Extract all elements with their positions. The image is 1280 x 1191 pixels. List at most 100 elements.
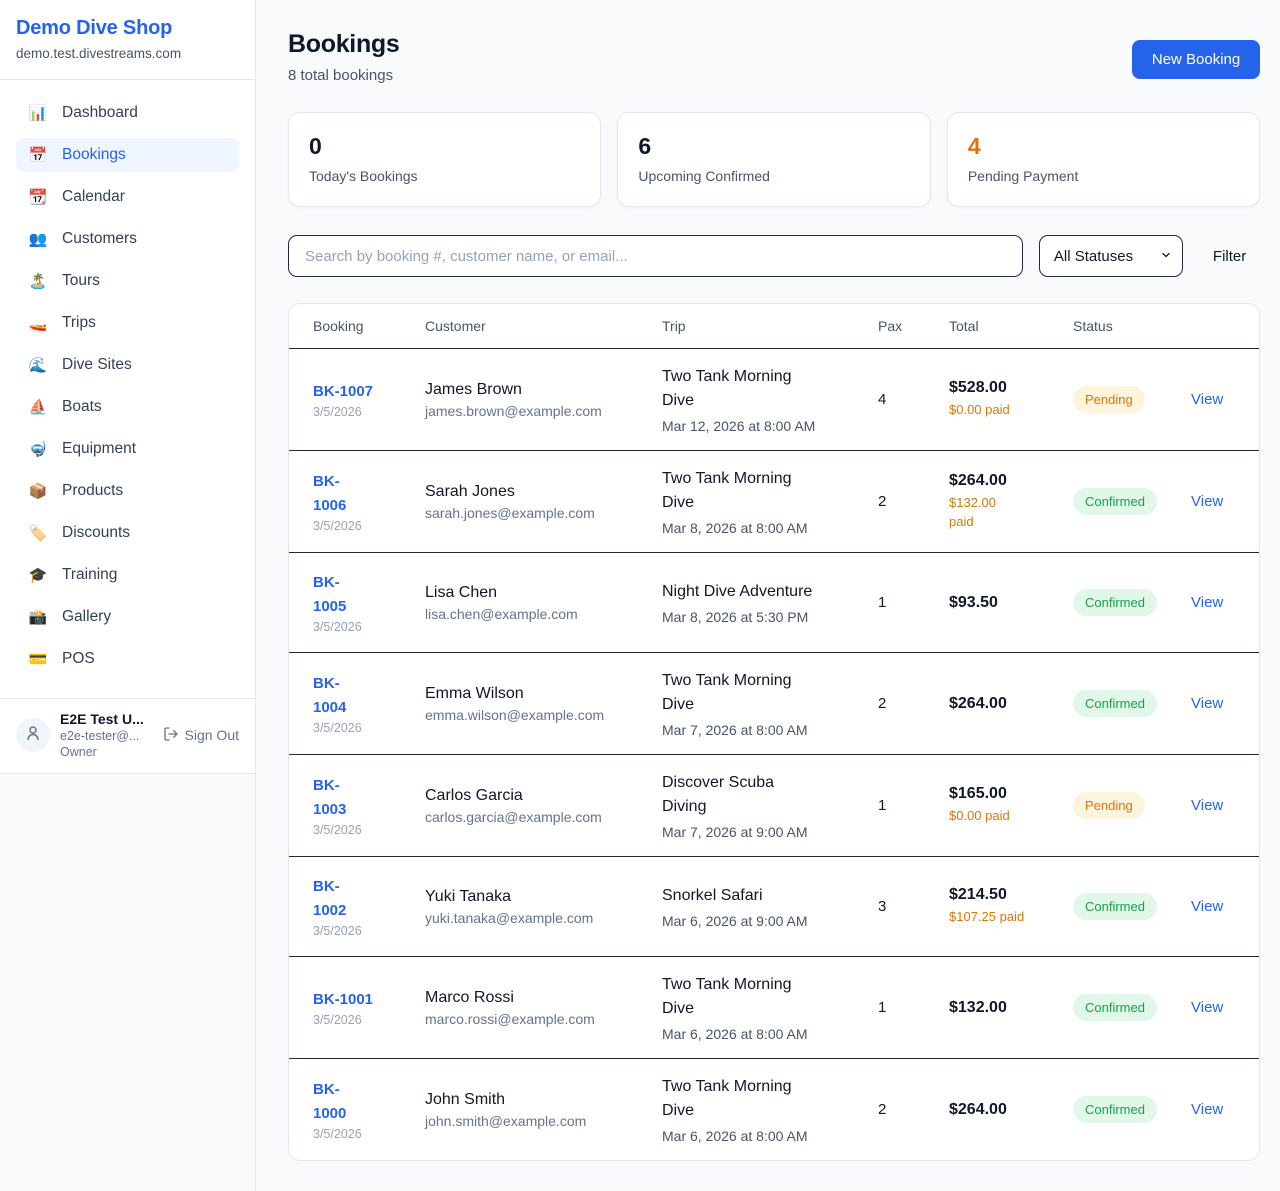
page-subtitle: 8 total bookings	[288, 67, 400, 84]
customer-cell: Lisa Chenlisa.chen@example.com	[425, 584, 662, 622]
sidebar-item-label: Products	[62, 482, 123, 500]
table-row: BK- 10063/5/2026Sarah Jonessarah.jones@e…	[289, 451, 1259, 553]
view-link[interactable]: View	[1191, 695, 1223, 712]
customer-email: john.smith@example.com	[425, 1113, 650, 1129]
booking-cell: BK- 10043/5/2026	[313, 672, 425, 735]
total-cell: $132.00	[949, 999, 1073, 1017]
search-input[interactable]	[288, 235, 1023, 277]
trip-name: Two Tank Morning Dive	[662, 467, 866, 515]
people-icon: 👥	[28, 230, 48, 248]
trip-name: Discover Scuba Diving	[662, 771, 866, 819]
booking-id-link[interactable]: BK-1001	[313, 991, 373, 1008]
sidebar-item-gallery[interactable]: 📸Gallery	[16, 600, 239, 634]
brand-name: Demo Dive Shop	[16, 17, 239, 40]
sidebar-item-equipment[interactable]: 🤿 Equipment	[16, 432, 239, 466]
stat-value: 4	[968, 133, 1239, 160]
booking-id-link[interactable]: BK- 1003	[313, 777, 346, 817]
booking-id-link[interactable]: BK- 1004	[313, 675, 346, 715]
view-link[interactable]: View	[1191, 493, 1223, 510]
sidebar-item-training[interactable]: 🎓Training	[16, 558, 239, 592]
view-cell: View	[1191, 493, 1235, 511]
trip-name: Two Tank Morning Dive	[662, 1075, 866, 1123]
sign-out-label: Sign Out	[185, 727, 239, 743]
sidebar-item-customers[interactable]: 👥 Customers	[16, 222, 239, 256]
sidebar-item-label: Calendar	[62, 188, 125, 206]
total-amount: $93.50	[949, 594, 1061, 612]
sidebar-item-dive-sites[interactable]: 🌊Dive Sites	[16, 348, 239, 382]
sidebar-item-calendar[interactable]: 📆Calendar	[16, 180, 239, 214]
pax-value: 3	[878, 898, 949, 915]
booking-id-link[interactable]: BK- 1002	[313, 878, 346, 918]
customer-cell: Sarah Jonessarah.jones@example.com	[425, 483, 662, 521]
trip-cell: Night Dive AdventureMar 8, 2026 at 5:30 …	[662, 580, 878, 625]
trip-name: Two Tank Morning Dive	[662, 365, 866, 413]
view-link[interactable]: View	[1191, 898, 1223, 915]
status-badge: Confirmed	[1073, 1096, 1157, 1123]
page-title: Bookings	[288, 30, 400, 59]
camera-flash-icon: 📸	[28, 608, 48, 626]
filter-button[interactable]: Filter	[1199, 248, 1260, 265]
sidebar-item-discounts[interactable]: 🏷️Discounts	[16, 516, 239, 550]
sidebar-item-dashboard[interactable]: 📊Dashboard	[16, 96, 239, 130]
column-header: Customer	[425, 318, 662, 334]
sidebar-item-pos[interactable]: 💳POS	[16, 642, 239, 676]
view-link[interactable]: View	[1191, 1101, 1223, 1118]
sidebar-item-label: POS	[62, 650, 95, 668]
view-link[interactable]: View	[1191, 594, 1223, 611]
sidebar-item-label: Equipment	[62, 440, 136, 458]
user-name: E2E Test U...	[60, 711, 144, 727]
view-link[interactable]: View	[1191, 391, 1223, 408]
status-cell: Pending	[1073, 792, 1191, 819]
new-booking-button[interactable]: New Booking	[1132, 40, 1260, 79]
sidebar-item-tours[interactable]: 🏝️Tours	[16, 264, 239, 298]
user-avatar	[16, 718, 50, 752]
sidebar-item-bookings[interactable]: 📅Bookings	[16, 138, 239, 172]
booking-id-link[interactable]: BK- 1006	[313, 473, 346, 513]
booking-date: 3/5/2026	[313, 1127, 413, 1141]
total-amount: $264.00	[949, 1101, 1061, 1119]
view-link[interactable]: View	[1191, 797, 1223, 814]
sidebar-item-trips[interactable]: 🚤Trips	[16, 306, 239, 340]
user-info: E2E Test U... e2e-tester@... Owner	[60, 711, 144, 759]
trip-name: Two Tank Morning Dive	[662, 973, 866, 1021]
sign-out-button[interactable]: Sign Out	[163, 726, 239, 745]
pax-value: 1	[878, 594, 949, 611]
trip-cell: Two Tank Morning DiveMar 7, 2026 at 8:00…	[662, 669, 878, 738]
paid-amount: $107.25 paid	[949, 908, 1061, 926]
table-row: BK- 10033/5/2026Carlos Garciacarlos.garc…	[289, 755, 1259, 857]
stat-value: 0	[309, 133, 580, 160]
graduation-cap-icon: 🎓	[28, 566, 48, 584]
booking-date: 3/5/2026	[313, 405, 413, 419]
diving-mask-icon: 🤿	[28, 440, 48, 458]
column-header: Booking	[313, 318, 425, 334]
booking-id-link[interactable]: BK- 1005	[313, 574, 346, 614]
trip-cell: Two Tank Morning DiveMar 8, 2026 at 8:00…	[662, 467, 878, 536]
booking-id-link[interactable]: BK-1007	[313, 383, 373, 400]
status-badge: Confirmed	[1073, 690, 1157, 717]
total-cell: $528.00$0.00 paid	[949, 379, 1073, 419]
customer-email: lisa.chen@example.com	[425, 606, 650, 622]
booking-cell: BK- 10063/5/2026	[313, 470, 425, 533]
status-filter-value: All Statuses	[1054, 248, 1133, 265]
trip-cell: Discover Scuba DivingMar 7, 2026 at 9:00…	[662, 771, 878, 840]
booking-id-link[interactable]: BK- 1000	[313, 1081, 346, 1121]
sidebar-item-boats[interactable]: ⛵Boats	[16, 390, 239, 424]
table-row: BK- 10043/5/2026Emma Wilsonemma.wilson@e…	[289, 653, 1259, 755]
filter-row: All Statuses Filter	[288, 235, 1260, 277]
view-cell: View	[1191, 594, 1235, 612]
table-row: BK- 10023/5/2026Yuki Tanakayuki.tanaka@e…	[289, 857, 1259, 957]
view-link[interactable]: View	[1191, 999, 1223, 1016]
sidebar-item-label: Bookings	[62, 146, 126, 164]
status-filter-select[interactable]: All Statuses	[1039, 235, 1183, 277]
tag-icon: 🏷️	[28, 524, 48, 542]
status-badge: Pending	[1073, 792, 1145, 819]
bar-chart-icon: 📊	[28, 104, 48, 122]
bookings-table: BookingCustomerTripPaxTotalStatus BK-100…	[288, 303, 1260, 1161]
sidebar-item-label: Customers	[62, 230, 137, 248]
sidebar-nav: 📊Dashboard 📅Bookings 📆Calendar 👥 Customers 🏝️…	[0, 80, 255, 698]
stat-label: Today's Bookings	[309, 168, 580, 184]
customer-name: Marco Rossi	[425, 989, 650, 1007]
trip-date: Mar 12, 2026 at 8:00 AM	[662, 418, 866, 434]
sidebar-item-products[interactable]: 📦Products	[16, 474, 239, 508]
customer-email: sarah.jones@example.com	[425, 505, 650, 521]
